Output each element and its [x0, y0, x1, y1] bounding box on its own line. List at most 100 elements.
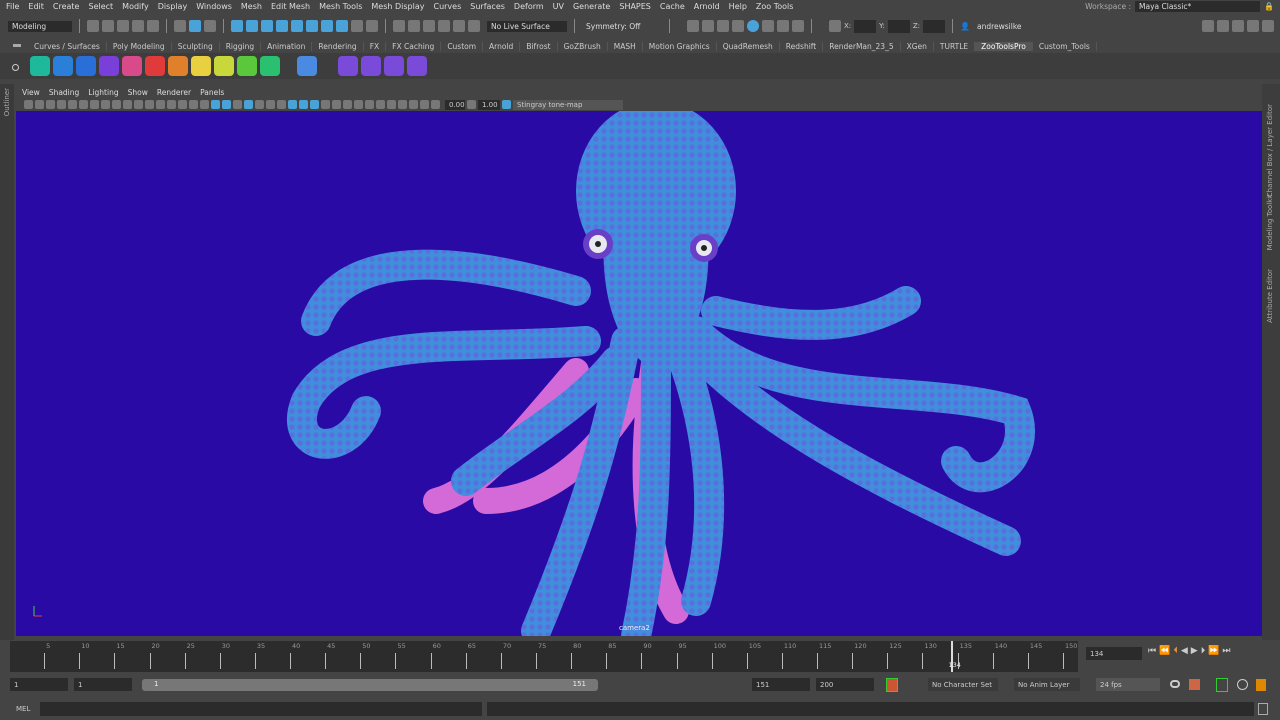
shelf-tool-3-icon[interactable] — [76, 56, 96, 76]
go-to-end-icon[interactable]: ⏭ — [1222, 646, 1230, 656]
lock-selection-icon[interactable] — [351, 20, 363, 32]
modeling-toolkit-icon[interactable] — [1202, 20, 1214, 32]
step-forward-key-icon[interactable]: ⏵ — [1201, 646, 1206, 656]
shelf-tab-mash[interactable]: MASH — [608, 41, 643, 51]
shelf-tab-rendering[interactable]: Rendering — [312, 41, 364, 51]
menu-modify[interactable]: Modify — [122, 2, 149, 11]
undo-icon[interactable] — [132, 20, 144, 32]
shelf-tool-6-icon[interactable] — [145, 56, 165, 76]
x-field[interactable] — [854, 19, 877, 33]
panel-tool-19-icon[interactable] — [222, 100, 231, 109]
panel-tool-34-icon[interactable] — [387, 100, 396, 109]
shelf-tab-zootoolspro[interactable]: ZooToolsPro — [975, 41, 1033, 51]
menu-mesh[interactable]: Mesh — [241, 2, 262, 11]
menu-file[interactable]: File — [6, 2, 19, 11]
anim-layer-dropdown[interactable]: No Anim Layer — [1014, 678, 1080, 691]
select-object-icon[interactable] — [189, 20, 201, 32]
shelf-tool-15-icon[interactable] — [384, 56, 404, 76]
menu-select[interactable]: Select — [88, 2, 113, 11]
menu-edit-mesh[interactable]: Edit Mesh — [271, 2, 310, 11]
light-editor-icon[interactable] — [777, 20, 789, 32]
panel-tool-26-icon[interactable] — [299, 100, 308, 109]
loop-icon[interactable] — [1170, 680, 1180, 688]
playback-end-field[interactable]: 151 — [752, 678, 810, 691]
magnet-icon[interactable] — [408, 20, 420, 32]
menu-create[interactable]: Create — [53, 2, 80, 11]
menu-display[interactable]: Display — [158, 2, 188, 11]
end-time-field[interactable]: 200 — [816, 678, 874, 691]
panel-tool-8-icon[interactable] — [101, 100, 110, 109]
shelf-tool-12-icon[interactable] — [297, 56, 317, 76]
menu-curves[interactable]: Curves — [433, 2, 461, 11]
play-forward-icon[interactable]: ▶ — [1191, 646, 1198, 656]
command-input[interactable] — [40, 702, 482, 716]
cache-icon[interactable] — [1189, 679, 1200, 690]
snap-surface-icon[interactable] — [291, 20, 303, 32]
panel-menu-shading[interactable]: Shading — [49, 88, 79, 97]
panel-tool-12-icon[interactable] — [145, 100, 154, 109]
panel-tool-24-icon[interactable] — [277, 100, 286, 109]
step-back-icon[interactable]: ⏪ — [1159, 646, 1170, 656]
auto-key-icon[interactable] — [886, 678, 898, 692]
step-back-key-icon[interactable]: ⏴ — [1173, 646, 1178, 656]
shelf-tool-7-icon[interactable] — [168, 56, 188, 76]
menu-generate[interactable]: Generate — [573, 2, 610, 11]
magnet-3-icon[interactable] — [438, 20, 450, 32]
lock-icon[interactable]: 🔒 — [1264, 2, 1274, 11]
menu-edit[interactable]: Edit — [28, 2, 44, 11]
tab-modeling-toolkit[interactable]: Modeling Toolkit — [1266, 194, 1274, 250]
shelf-tab-redshift[interactable]: Redshift — [780, 41, 824, 51]
panel-tool-25-icon[interactable] — [288, 100, 297, 109]
character-icon[interactable] — [1256, 679, 1266, 691]
time-slider[interactable]: 5 10 15 20 25 30 35 40 45 50 55 60 65 70 75 80 85 90 95 100… — [10, 641, 1078, 672]
y-field[interactable] — [887, 19, 910, 33]
command-language-label[interactable]: MEL — [16, 705, 30, 713]
panel-tool-36-icon[interactable] — [409, 100, 418, 109]
open-scene-icon[interactable] — [102, 20, 114, 32]
panel-tool-21-icon[interactable] — [244, 100, 253, 109]
viewport[interactable]: camera2 — [16, 111, 1262, 636]
panel-tool-35-icon[interactable] — [398, 100, 407, 109]
snap-curve-icon[interactable] — [246, 20, 258, 32]
playback-start-field[interactable]: 1 — [74, 678, 132, 691]
panel-tool-38-icon[interactable] — [431, 100, 440, 109]
tone-map-dropdown[interactable]: Stingray tone-map — [513, 99, 623, 110]
select-hierarchy-icon[interactable] — [174, 20, 186, 32]
character-controls-icon[interactable] — [1217, 20, 1229, 32]
gamma-icon[interactable] — [467, 100, 476, 109]
shelf-tab-bifrost[interactable]: Bifrost — [520, 41, 558, 51]
panel-tool-30-icon[interactable] — [343, 100, 352, 109]
menu-mesh-display[interactable]: Mesh Display — [371, 2, 424, 11]
shelf-tool-13-icon[interactable] — [338, 56, 358, 76]
menu-cache[interactable]: Cache — [660, 2, 685, 11]
ipr-icon[interactable] — [717, 20, 729, 32]
shelf-tab-custom-tools[interactable]: Custom_Tools — [1033, 41, 1097, 51]
snap-view-icon[interactable] — [276, 20, 288, 32]
panel-tool-2-icon[interactable] — [35, 100, 44, 109]
shelf-tab-xgen[interactable]: XGen — [901, 41, 934, 51]
shelf-tab-turtle[interactable]: TURTLE — [934, 41, 976, 51]
fps-dropdown[interactable]: 24 fps — [1096, 678, 1160, 691]
menu-uv[interactable]: UV — [553, 2, 564, 11]
panel-tool-16-icon[interactable] — [189, 100, 198, 109]
shelf-tool-8-icon[interactable] — [191, 56, 211, 76]
tone-map-icon[interactable] — [502, 100, 511, 109]
snap-pivot-icon[interactable] — [321, 20, 333, 32]
panel-tool-31-icon[interactable] — [354, 100, 363, 109]
current-frame-field[interactable]: 134 — [1086, 647, 1142, 660]
character-set-dropdown[interactable]: No Character Set — [928, 678, 998, 691]
history-icon[interactable] — [366, 20, 378, 32]
panel-menu-panels[interactable]: Panels — [200, 88, 224, 97]
menu-zoo-tools[interactable]: Zoo Tools — [756, 2, 794, 11]
shelf-tool-2-icon[interactable] — [53, 56, 73, 76]
snap-grid-icon[interactable] — [231, 20, 243, 32]
select-component-icon[interactable] — [204, 20, 216, 32]
script-editor-icon[interactable] — [1258, 703, 1268, 715]
start-time-field[interactable]: 1 — [10, 678, 68, 691]
panel-tool-37-icon[interactable] — [420, 100, 429, 109]
panel-tool-1-icon[interactable] — [24, 100, 33, 109]
magnet-4-icon[interactable] — [453, 20, 465, 32]
panel-tool-6-icon[interactable] — [79, 100, 88, 109]
workspace-dropdown[interactable]: Maya Classic* — [1135, 1, 1261, 12]
mode-dropdown[interactable]: Modeling — [8, 20, 72, 32]
